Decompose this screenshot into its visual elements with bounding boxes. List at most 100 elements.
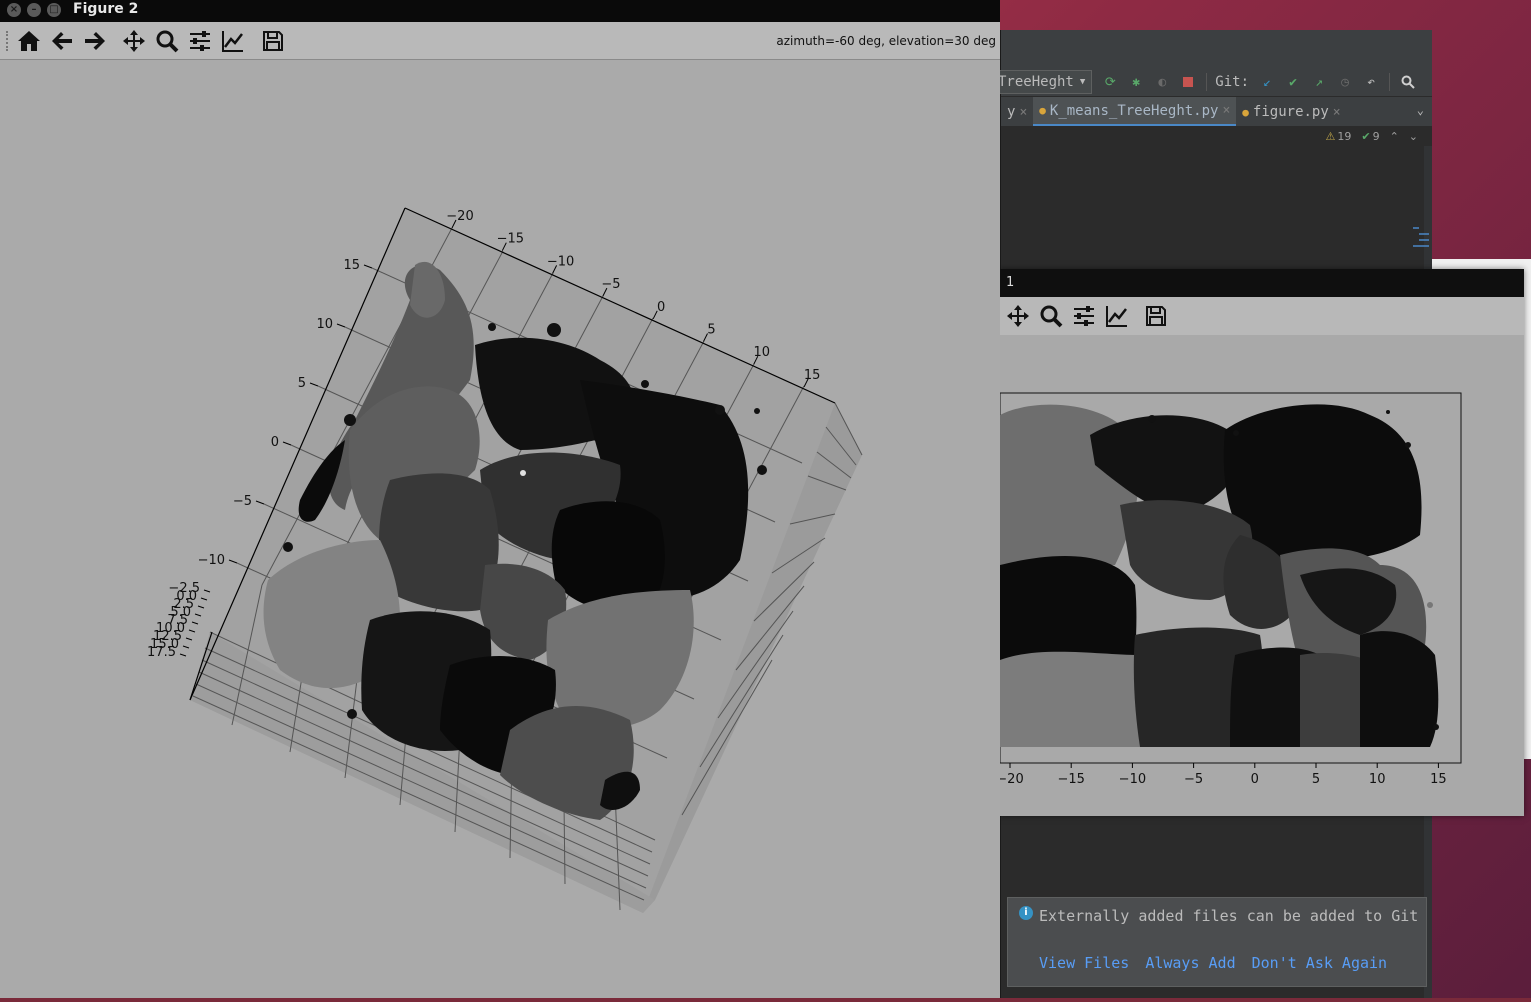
tab-partial[interactable]: y × — [1001, 97, 1033, 127]
figure2-titlebar: × – □ Figure 2 — [0, 0, 1000, 22]
figure1-title: 1 — [1006, 275, 1015, 290]
x-tick-label: 15 — [804, 368, 821, 383]
minimize-window-icon[interactable]: – — [27, 3, 41, 17]
figure2-toolbar: azimuth=-60 deg, elevation=30 deg — [0, 22, 1000, 60]
x-tick-label: −15 — [1057, 772, 1084, 787]
home-icon[interactable] — [16, 28, 42, 54]
y-tick-label: −10 — [198, 553, 225, 568]
rerun-icon[interactable]: ⟳ — [1102, 74, 1118, 90]
x-tick-label: −20 — [1000, 772, 1024, 787]
z-tick — [203, 589, 211, 593]
tab-label: K_means_TreeHeght.py — [1049, 102, 1219, 119]
sliders-icon[interactable] — [1071, 303, 1097, 329]
x-tick-label: 10 — [1369, 772, 1386, 787]
inspection-widget[interactable]: ⚠ 19 ✔ 9 ⌃ ⌄ — [1325, 130, 1418, 143]
search-icon[interactable] — [1400, 74, 1416, 90]
coverage-icon[interactable]: ◐ — [1154, 74, 1170, 90]
x-tick-label: −10 — [1119, 772, 1146, 787]
info-icon: i — [1019, 906, 1033, 920]
view-files-link[interactable]: View Files — [1039, 954, 1129, 972]
z-tick — [197, 605, 205, 609]
git-commit-icon[interactable]: ✔ — [1285, 74, 1301, 90]
chevron-down-icon[interactable]: ⌄ — [1417, 103, 1424, 117]
z-tick — [191, 621, 199, 625]
close-icon[interactable]: × — [1019, 105, 1027, 120]
debug-icon[interactable]: ✱ — [1128, 74, 1144, 90]
magnifier-icon[interactable] — [154, 28, 180, 54]
stop-icon[interactable] — [1180, 74, 1196, 90]
tab-label: figure.py — [1252, 104, 1329, 120]
python-file-icon: ● — [1242, 105, 1249, 119]
x-tick-label: −5 — [1184, 772, 1203, 787]
x-tick-label: 5 — [1312, 772, 1320, 787]
z-tick-label: 17.5 — [147, 645, 176, 660]
tab-k-means[interactable]: ● K_means_TreeHeght.py × — [1033, 97, 1237, 127]
always-add-link[interactable]: Always Add — [1145, 954, 1235, 972]
y-tick-label: 15 — [343, 258, 360, 273]
move-icon[interactable] — [1005, 303, 1031, 329]
y-tick — [282, 441, 292, 446]
run-config-label: TreeHeght — [998, 74, 1074, 90]
dont-ask-again-link[interactable]: Don't Ask Again — [1252, 954, 1387, 972]
figure1-toolbar — [1000, 297, 1524, 336]
line-chart-icon[interactable] — [1104, 303, 1130, 329]
status-readout: azimuth=-60 deg, elevation=30 deg — [776, 34, 996, 48]
check-count: 9 — [1372, 130, 1380, 143]
python-file-icon: ● — [1039, 104, 1046, 117]
maximize-window-icon[interactable]: □ — [47, 3, 61, 17]
git-revert-icon[interactable]: ↶ — [1363, 74, 1379, 90]
window-title: Figure 2 — [73, 1, 139, 17]
y-tick — [363, 264, 373, 269]
structure-icon[interactable] — [1411, 226, 1431, 250]
arrow-left-icon[interactable] — [49, 28, 75, 54]
git-notification: i Externally added files can be added to… — [1007, 897, 1427, 987]
y-tick — [336, 323, 346, 328]
ide-titlebar — [1001, 30, 1432, 68]
toolbar-divider — [1206, 73, 1208, 91]
git-push-icon[interactable]: ↗ — [1311, 74, 1327, 90]
toolbar-grip — [6, 31, 10, 51]
x-tick-label: −20 — [446, 209, 473, 224]
y-tick — [309, 382, 319, 387]
x-tick-label: 15 — [1430, 772, 1447, 787]
magnifier-icon[interactable] — [1038, 303, 1064, 329]
figure1-window: 1 −20 −15 −10 −5 0 5 10 15 — [996, 269, 1524, 816]
y-tick-label: 0 — [271, 435, 279, 450]
notification-message: Externally added files can be added to G… — [1039, 907, 1419, 925]
save-icon[interactable] — [1143, 303, 1169, 329]
arrow-right-icon[interactable] — [82, 28, 108, 54]
ide-toolbar: TreeHeght ▼ ⟳ ✱ ◐ Git: ↙ ✔ ↗ ◷ ↶ — [995, 68, 1432, 96]
close-icon[interactable]: × — [1222, 103, 1230, 118]
figure1-canvas[interactable]: −20 −15 −10 −5 0 5 10 15 — [996, 335, 1524, 816]
x-tick-label: 5 — [707, 323, 715, 338]
git-update-icon[interactable]: ↙ — [1259, 74, 1275, 90]
chevron-down-icon: ▼ — [1079, 77, 1086, 87]
line-chart-icon[interactable] — [220, 28, 246, 54]
figure2-window: × – □ Figure 2 azimuth=-60 deg, elevatio… — [0, 0, 1000, 998]
git-history-icon[interactable]: ◷ — [1337, 74, 1353, 90]
figure2-canvas[interactable]: −20 −15 −10 −5 0 5 10 15 15 10 5 0 −5 −10 −2.5 0.0 2.5… — [0, 60, 1000, 998]
x-tick-label: 10 — [754, 345, 771, 360]
warning-count: 19 — [1337, 130, 1352, 143]
z-tick — [179, 653, 187, 657]
run-config-selector[interactable]: TreeHeght ▼ — [995, 70, 1093, 94]
close-window-icon[interactable]: × — [7, 3, 21, 17]
x-tick-label: 0 — [657, 300, 665, 315]
figure1-titlebar: 1 — [1000, 269, 1524, 297]
save-icon[interactable] — [260, 28, 286, 54]
chevron-down-icon[interactable]: ⌄ — [1409, 130, 1418, 143]
chevron-up-icon[interactable]: ⌃ — [1390, 130, 1399, 143]
y-tick-label: −5 — [233, 494, 252, 509]
sliders-icon[interactable] — [187, 28, 213, 54]
move-icon[interactable] — [121, 28, 147, 54]
y-tick — [255, 500, 265, 505]
x-tick-label: −5 — [601, 277, 620, 292]
close-icon[interactable]: × — [1333, 105, 1341, 120]
z-tick — [194, 613, 202, 617]
y-tick — [228, 559, 238, 564]
z-tick — [200, 597, 208, 601]
x-tick-label: −15 — [497, 232, 524, 247]
y-tick-label: 10 — [316, 317, 333, 332]
x-tick-label: 0 — [1251, 772, 1259, 787]
tab-figure[interactable]: ● figure.py × — [1236, 97, 1346, 127]
